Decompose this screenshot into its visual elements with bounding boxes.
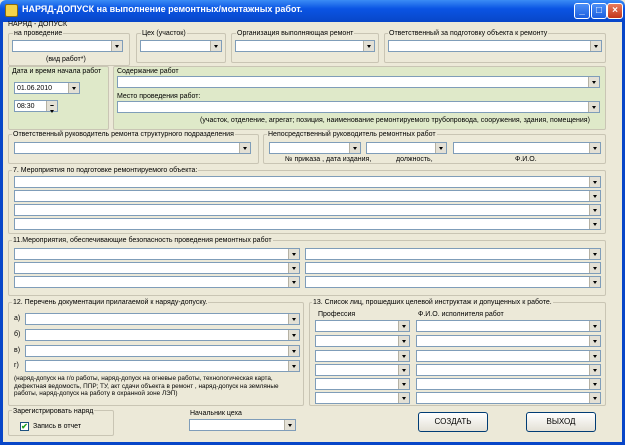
doc-label-v: в) <box>14 347 21 354</box>
fio-exec-combo-4[interactable] <box>416 364 601 376</box>
vid-rabot-combo[interactable] <box>12 40 123 52</box>
report-checkbox-label: Запись в отчет <box>33 423 82 430</box>
org-label: Организация выполняющая ремонт <box>236 30 355 38</box>
section13-title: 13. Список лиц, прошедших целевой инстру… <box>312 299 553 307</box>
otv-ruk-combo[interactable] <box>14 142 251 154</box>
prof-combo-6[interactable] <box>315 392 410 404</box>
app-icon <box>5 4 18 17</box>
dolzh-combo[interactable] <box>366 142 447 154</box>
prikaz-label: № приказа , дата издания, <box>285 156 372 163</box>
doc-combo-v[interactable] <box>25 345 300 357</box>
ceh-combo[interactable] <box>140 40 222 52</box>
otv-podg-label: Ответственный за подготовку объекта к ре… <box>388 30 549 38</box>
create-button[interactable]: СОЗДАТЬ <box>418 412 488 432</box>
prof-combo-3[interactable] <box>315 350 410 362</box>
place-hint: (участок, отделение, агрегат; позиция, н… <box>200 117 590 124</box>
org-combo[interactable] <box>235 40 375 52</box>
content-label: Содержание работ <box>117 68 179 75</box>
col-fio-header: Ф.И.О. исполнителя работ <box>418 311 504 318</box>
minimize-button[interactable]: _ <box>574 3 590 19</box>
form-header: НАРЯД - ДОПУСК <box>8 21 68 28</box>
section12-title: 12. Перечень документации прилагаемой к … <box>12 299 209 307</box>
fio-label: Ф.И.О. <box>515 156 537 163</box>
time-spinner[interactable]: 08:30 <box>14 100 58 113</box>
section11-left-2[interactable] <box>14 262 300 274</box>
nep-ruk-label: Непосредственный руководитель ремонтных … <box>267 131 437 139</box>
prof-combo-2[interactable] <box>315 335 410 347</box>
prof-combo-1[interactable] <box>315 320 410 332</box>
otv-ruk-label: Ответственный руководитель ремонта струк… <box>12 131 235 139</box>
chief-combo[interactable] <box>189 419 296 431</box>
doc-combo-g[interactable] <box>25 360 300 372</box>
date-label: Дата и время начала работ <box>12 68 102 75</box>
window-title: НАРЯД-ДОПУСК на выполнение ремонтных/мон… <box>22 4 303 14</box>
section7-title: 7. Мероприятия по подготовке ремонтируем… <box>12 167 199 175</box>
exit-button[interactable]: ВЫХОД <box>526 412 596 432</box>
date-picker[interactable]: 01.06.2010 <box>14 82 80 94</box>
maximize-button[interactable]: □ <box>591 3 607 19</box>
section12-note: (наряд-допуск на г/о работы, наряд-допус… <box>14 375 279 397</box>
col-prof-header: Профессия <box>318 311 356 318</box>
fio-exec-combo-1[interactable] <box>416 320 601 332</box>
section7-row-2[interactable] <box>14 190 601 202</box>
close-button[interactable]: × <box>607 3 623 19</box>
section11-right-3[interactable] <box>305 276 601 288</box>
chief-label: Начальник цеха <box>190 410 242 417</box>
report-checkbox[interactable]: ✔ <box>20 422 29 431</box>
doc-label-a: а) <box>14 315 21 322</box>
register-label: Зарегистрировать наряд <box>12 408 95 416</box>
doc-label-b: б) <box>14 331 21 338</box>
fio-exec-combo-6[interactable] <box>416 392 601 404</box>
prof-combo-4[interactable] <box>315 364 410 376</box>
date-value: 01.06.2010 <box>17 85 53 92</box>
fio-exec-combo-2[interactable] <box>416 335 601 347</box>
section7-row-4[interactable] <box>14 218 601 230</box>
fio-exec-combo-3[interactable] <box>416 350 601 362</box>
place-label: Место проведения работ: <box>117 93 201 100</box>
fio-combo[interactable] <box>453 142 601 154</box>
fio-exec-combo-5[interactable] <box>416 378 601 390</box>
place-combo[interactable] <box>117 101 600 113</box>
section11-title: 11.Мероприятия, обеспечивающие безопасно… <box>12 237 273 245</box>
na-provedenie-label: на проведение <box>13 30 64 38</box>
section11-right-2[interactable] <box>305 262 601 274</box>
doc-combo-b[interactable] <box>25 329 300 341</box>
section11-left-1[interactable] <box>14 248 300 260</box>
content-combo[interactable] <box>117 76 600 88</box>
ceh-label: Цех (участок) <box>141 30 187 38</box>
section11-right-1[interactable] <box>305 248 601 260</box>
dolzh-label: должность, <box>396 156 433 163</box>
section7-row-1[interactable] <box>14 176 601 188</box>
vid-rabot-hint: (вид работ*) <box>46 56 86 63</box>
title-bar[interactable]: НАРЯД-ДОПУСК на выполнение ремонтных/мон… <box>0 0 625 22</box>
doc-label-g: г) <box>14 362 19 369</box>
section11-left-3[interactable] <box>14 276 300 288</box>
prikaz-combo[interactable] <box>269 142 361 154</box>
section7-row-3[interactable] <box>14 204 601 216</box>
doc-combo-a[interactable] <box>25 313 300 325</box>
otv-podg-combo[interactable] <box>388 40 602 52</box>
time-value: 08:30 <box>17 103 35 110</box>
prof-combo-5[interactable] <box>315 378 410 390</box>
